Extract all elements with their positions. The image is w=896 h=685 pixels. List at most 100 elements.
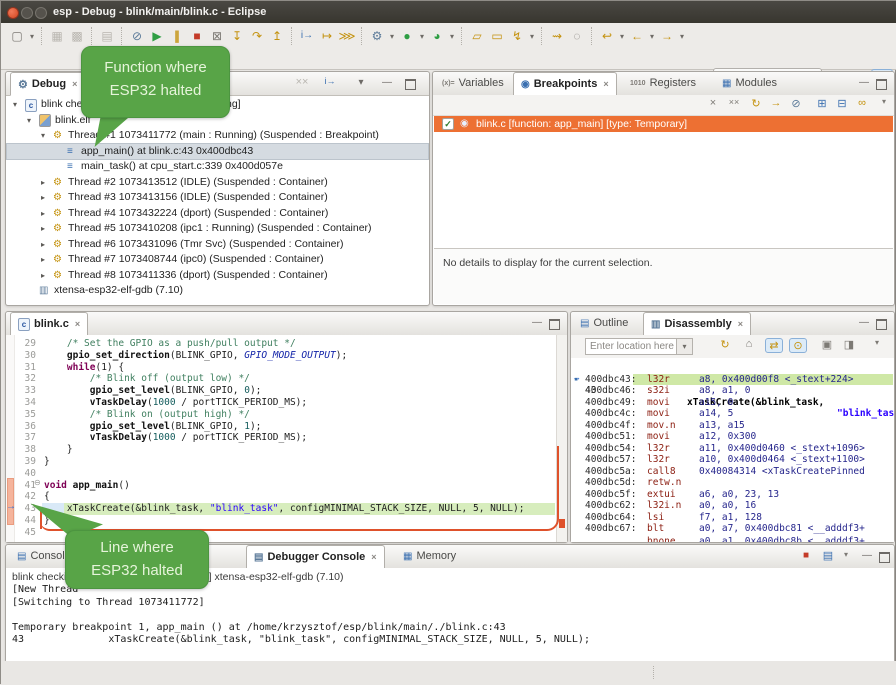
minimize-icon[interactable]: — bbox=[530, 317, 544, 329]
flash-menu-caret[interactable]: ▾ bbox=[527, 32, 537, 41]
view-menu-icon[interactable]: ▾ bbox=[876, 97, 892, 106]
tree-item-thread2[interactable]: ▸ ⚙ Thread #2 1073413512 (IDLE) (Suspend… bbox=[7, 175, 428, 190]
view-menu-icon[interactable]: ▾ bbox=[354, 77, 368, 89]
minimize-icon[interactable]: — bbox=[860, 550, 874, 562]
disassembly-row[interactable]: 400dbc46:s32ia8, a1, 0 bbox=[571, 385, 894, 397]
tree-item-thread7[interactable]: ▸ ⚙ Thread #7 1073408744 (ipc0) (Suspend… bbox=[7, 252, 428, 267]
disassembly-row[interactable]: 400dbc4f:mov.na13, a15 bbox=[571, 420, 894, 432]
forward-menu-caret[interactable]: ▾ bbox=[677, 32, 687, 41]
disassembly-row[interactable]: 400dbc51:movia12, 0x300 bbox=[571, 431, 894, 443]
close-icon[interactable]: × bbox=[603, 79, 608, 89]
disassembly-row[interactable]: 400dbc57:l32ra10, 0x400d0464 <_stext+110… bbox=[571, 454, 894, 466]
debug-menu-caret[interactable]: ▾ bbox=[387, 32, 397, 41]
tab-modules[interactable]: ▦ Modules bbox=[715, 72, 784, 94]
tree-item-thread6[interactable]: ▸ ⚙ Thread #6 1073431096 (Tmr Svc) (Susp… bbox=[7, 237, 428, 252]
disassembly-row[interactable]: 400dbc5a:call80x40084314 <xTaskCreatePin… bbox=[571, 466, 894, 478]
close-icon[interactable]: × bbox=[738, 319, 743, 329]
tab-variables[interactable]: (x)= Variables bbox=[435, 72, 511, 94]
step-return-icon[interactable]: ↥ bbox=[267, 26, 287, 46]
minimize-icon[interactable]: — bbox=[380, 77, 394, 89]
expander-icon[interactable]: ▸ bbox=[41, 268, 45, 283]
print-icon[interactable]: ▤ bbox=[97, 26, 117, 46]
window-minimize-button[interactable] bbox=[21, 7, 33, 19]
track-expression-icon[interactable]: ⊙ bbox=[789, 338, 807, 353]
skip-all-breakpoints-icon[interactable]: ⊘ bbox=[127, 26, 147, 46]
expander-icon[interactable]: ▸ bbox=[41, 252, 45, 267]
close-icon[interactable]: × bbox=[371, 552, 376, 562]
go-to-file-icon[interactable]: → bbox=[768, 97, 784, 109]
expander-icon[interactable]: ▸ bbox=[41, 175, 45, 190]
tab-memory[interactable]: ▦ Memory bbox=[396, 545, 463, 567]
tree-item-gdb-process[interactable]: ▥ xtensa-esp32-elf-gdb (7.10) bbox=[7, 283, 428, 298]
maximize-icon[interactable] bbox=[549, 319, 560, 330]
minimize-icon[interactable]: — bbox=[857, 317, 871, 329]
remove-breakpoint-icon[interactable]: × bbox=[705, 97, 721, 109]
expander-icon[interactable]: ▸ bbox=[41, 237, 45, 252]
back-icon[interactable]: ← bbox=[627, 26, 647, 46]
refresh-icon[interactable]: ↻ bbox=[717, 338, 733, 351]
location-input[interactable]: Enter location here bbox=[585, 338, 677, 355]
disassembly-row[interactable]: 400dbc54:l32ra11, 0x400d0460 <_stext+109… bbox=[571, 443, 894, 455]
disassembly-row[interactable]: 400dbc67:blta0, a7, 0x400dbc81 <__adddf3… bbox=[571, 523, 894, 535]
last-edit-caret[interactable]: ▾ bbox=[617, 32, 627, 41]
breakpoint-row[interactable]: ✓ ◉ blink.c [function: app_main] [type: … bbox=[434, 116, 893, 132]
show-breakpoints-supported-icon[interactable]: ↻ bbox=[748, 97, 764, 110]
view-menu-icon[interactable]: ▾ bbox=[869, 338, 885, 347]
expander-icon[interactable]: ▾ bbox=[41, 128, 45, 143]
minimize-icon[interactable]: — bbox=[857, 77, 871, 89]
terminate-icon[interactable]: ■ bbox=[187, 26, 207, 46]
new-icon[interactable]: ▢ bbox=[7, 26, 27, 46]
thread-view-icon[interactable]: i→ bbox=[322, 76, 338, 86]
import-project-icon[interactable]: ▭ bbox=[487, 26, 507, 46]
expander-icon[interactable]: ▾ bbox=[13, 97, 17, 112]
debug-icon[interactable]: ⚙ bbox=[367, 26, 387, 46]
step-over-icon[interactable]: ↷ bbox=[247, 26, 267, 46]
maximize-icon[interactable] bbox=[405, 79, 416, 90]
save-icon[interactable]: ▦ bbox=[47, 26, 67, 46]
collapse-all-icon[interactable]: ⊟ bbox=[834, 97, 850, 110]
tab-blink-c[interactable]: c blink.c × bbox=[10, 312, 88, 336]
tree-item-thread5[interactable]: ▸ ⚙ Thread #5 1073410208 (ipc1 : Running… bbox=[7, 221, 428, 236]
overview-ruler-mark[interactable] bbox=[559, 519, 565, 528]
sync-with-active-context-icon[interactable]: ⇄ bbox=[765, 338, 783, 353]
forward-icon[interactable]: → bbox=[657, 26, 677, 46]
disassembly-source-line[interactable]: ▪ 43 xTaskCreate(&blink_task, "blink_tas bbox=[571, 362, 894, 374]
tab-disassembly[interactable]: ▥ Disassembly × bbox=[643, 312, 751, 336]
display-selected-console-icon[interactable]: ▤ bbox=[820, 549, 836, 562]
paint-icon[interactable]: ⇝ bbox=[547, 26, 567, 46]
expander-icon[interactable]: ▸ bbox=[41, 221, 45, 236]
disassembly-row[interactable]: 400dbc5f:extuia6, a0, 23, 13 bbox=[571, 489, 894, 501]
flash-icon[interactable]: ↯ bbox=[507, 26, 527, 46]
editor-content[interactable]: → ⊖ 29 /* Set the GPIO as a push/pull ou… bbox=[6, 335, 567, 542]
disassembly-row[interactable]: 400dbc62:l32i.na0, a0, 16 bbox=[571, 500, 894, 512]
disassembly-content[interactable]: → ▪ 43 xTaskCreate(&blink_task, "blink_t… bbox=[571, 358, 894, 542]
open-folder-icon[interactable]: ▱ bbox=[467, 26, 487, 46]
disassembly-row[interactable]: 400dbc43:l32ra8, 0x400d00f8 <_stext+224> bbox=[571, 374, 894, 386]
maximize-icon[interactable] bbox=[879, 552, 890, 563]
back-menu-caret[interactable]: ▾ bbox=[647, 32, 657, 41]
window-maximize-button[interactable] bbox=[35, 7, 47, 19]
pin-view-icon[interactable]: ◨ bbox=[841, 338, 857, 351]
tree-item-frame-main-task[interactable]: ≡ main_task() at cpu_start.c:339 0x400d0… bbox=[7, 159, 428, 174]
run-to-line-icon[interactable]: i→ bbox=[297, 26, 317, 46]
maximize-icon[interactable] bbox=[876, 79, 887, 90]
close-icon[interactable]: × bbox=[75, 319, 80, 329]
remove-all-terminated-icon[interactable]: ×× bbox=[294, 76, 310, 88]
tree-item-frame-app-main[interactable]: ≡ app_main() at blink.c:43 0x400dbc43 bbox=[7, 144, 428, 159]
tree-item-thread8[interactable]: ▸ ⚙ Thread #8 1073411336 (dport) (Suspen… bbox=[7, 268, 428, 283]
tab-registers[interactable]: 1010 Registers bbox=[623, 72, 703, 94]
expander-icon[interactable]: ▸ bbox=[41, 206, 45, 221]
disassembly-row[interactable]: 400dbc4c:movia14, 5 bbox=[571, 408, 894, 420]
new-view-icon[interactable]: ▣ bbox=[819, 338, 835, 351]
tab-outline[interactable]: ▤ Outline bbox=[573, 312, 635, 334]
expander-icon[interactable]: ▸ bbox=[41, 190, 45, 205]
save-all-icon[interactable]: ▩ bbox=[67, 26, 87, 46]
use-step-filters-icon[interactable]: ⋙ bbox=[337, 26, 357, 46]
disassembly-row[interactable]: bnonea0, a1, 0x400dbc8b <__adddf3+ bbox=[571, 536, 894, 542]
expand-all-icon[interactable]: ⊞ bbox=[814, 97, 830, 110]
tree-item-thread1[interactable]: ▾ ⚙ Thread #1 1073411772 (main : Running… bbox=[7, 128, 428, 143]
close-icon[interactable]: × bbox=[72, 79, 77, 89]
breakpoint-checkbox[interactable]: ✓ bbox=[442, 118, 454, 130]
instruction-stepping-icon[interactable]: ↦ bbox=[317, 26, 337, 46]
tab-debugger-console[interactable]: ▤ Debugger Console × bbox=[246, 545, 385, 569]
